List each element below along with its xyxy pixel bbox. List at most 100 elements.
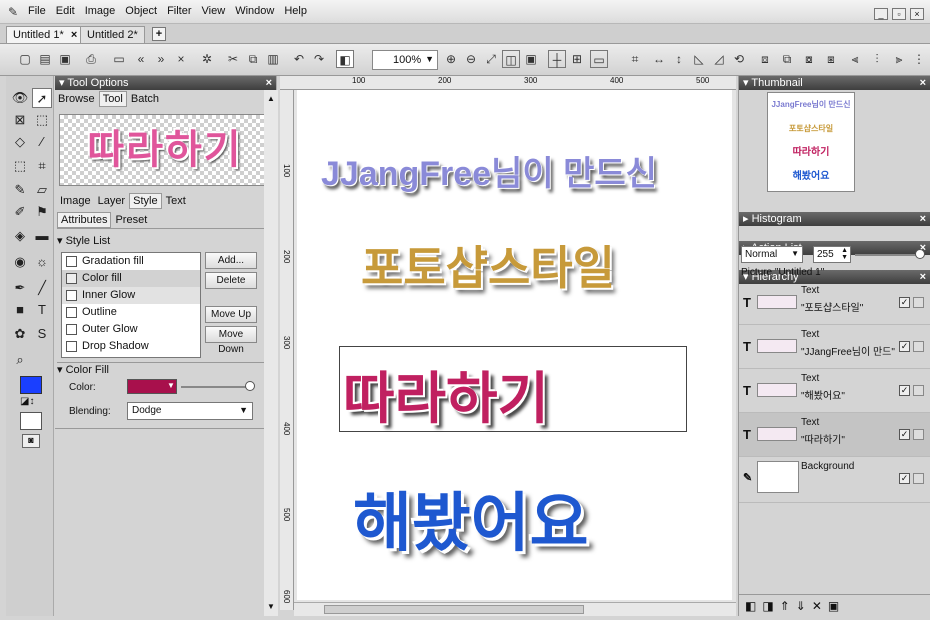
shape-icon[interactable]: ■ [10,300,30,320]
new-icon[interactable]: ▢ [16,50,34,68]
delete-style-button[interactable]: Delete [205,272,257,289]
canvas-text-tried-it[interactable]: 해봤어요 [353,472,589,564]
tab-layer[interactable]: Layer [95,194,129,208]
scroll-down-icon[interactable]: ▼ [267,602,275,611]
opacity-slider-track[interactable] [181,386,251,388]
distribute-icon[interactable]: ⋮ [910,50,928,68]
checkbox[interactable] [66,324,77,335]
tab-browse[interactable]: Browse [55,92,98,106]
color-wheel-icon[interactable]: ✿ [10,324,30,344]
layer-row[interactable]: T Text "해봤어요" ✓ [739,369,930,413]
lock-checkbox[interactable] [913,429,924,440]
rotate-free-icon[interactable]: ⟲ [730,50,748,68]
thumbnail-header[interactable]: ▾ Thumbnail × [739,76,930,90]
ruler-icon[interactable]: ┼ [548,50,566,68]
lock-checkbox[interactable] [913,297,924,308]
canvas-text-jjangfree[interactable]: JJangFree님이 만드신 [321,146,657,195]
menu-window[interactable]: Window [235,5,274,17]
style-item-gradation-fill[interactable]: Gradation fill [62,253,200,270]
opacity-input[interactable]: 255 ▲ ▼ [813,246,851,263]
visibility-checkbox[interactable]: ✓ [899,473,910,484]
pointer-icon[interactable]: ➚ [32,88,52,108]
next-icon[interactable]: » [152,50,170,68]
close-window-button[interactable]: × [910,8,924,20]
canvas-text-follow-along[interactable]: 따라하기 [343,354,549,435]
tab-attributes[interactable]: Attributes [57,212,112,228]
layer-row[interactable]: T Text "JJangFree님이 만드" ✓ [739,325,930,369]
delete-layer-icon[interactable]: ✕ [812,599,822,613]
open-icon[interactable]: ▤ [36,50,54,68]
style-list-header[interactable]: ▾ Style List [57,234,275,248]
guide-icon[interactable]: ▭ [590,50,608,68]
monitor-icon[interactable]: ▭ [110,50,128,68]
fit-window-icon[interactable]: ⤢ [482,50,500,68]
close-tab-icon[interactable]: × [71,29,77,41]
send-back-icon[interactable]: ⧆ [822,50,840,68]
tab-text[interactable]: Text [163,194,189,208]
flip-horizontal-icon[interactable]: ↔ [650,50,668,68]
tab-image[interactable]: Image [57,194,94,208]
visibility-checkbox[interactable]: ✓ [899,385,910,396]
add-style-button[interactable]: Add... [205,252,257,269]
duplicate-layer-icon[interactable]: ◨ [762,599,773,613]
select-transform-icon[interactable]: ⊠ [10,110,30,130]
blend-mode-select[interactable]: Normal ▼ [741,246,803,263]
menu-help[interactable]: Help [284,5,307,17]
tab-batch[interactable]: Batch [128,92,162,106]
tab-tool[interactable]: Tool [98,90,127,107]
layer-row-selected[interactable]: T Text "따라하기" ✓ [739,413,930,457]
tool-options-scrollbar[interactable]: ▲ ▼ [264,90,278,616]
line-icon[interactable]: ╱ [32,278,52,298]
panel-toggle-icon[interactable]: ◧ [336,50,354,68]
layer-row[interactable]: T Text "포토샵스타일" ✓ [739,281,930,325]
tab-untitled-1[interactable]: Untitled 1* × [6,26,85,43]
eye-icon[interactable]: 👁 [10,88,30,108]
checkbox[interactable] [66,290,77,301]
foreground-color-swatch[interactable] [20,376,42,394]
redo-icon[interactable]: ↷ [310,50,328,68]
restore-button[interactable]: ▫ [892,8,906,20]
magic-wand-icon[interactable]: ⁄ [32,132,52,152]
style-item-outline[interactable]: Outline [62,304,200,321]
eraser-icon[interactable]: ▱ [32,180,52,200]
copy-icon[interactable]: ⧉ [244,50,262,68]
opacity-slider-track[interactable] [855,254,919,256]
grid-icon[interactable]: ⊞ [568,50,586,68]
brush-icon[interactable]: ✎ [10,180,30,200]
swap-colors-icon[interactable]: ◪↕ [20,396,34,407]
close-panel-icon[interactable]: × [920,212,926,226]
save-icon[interactable]: ▣ [56,50,74,68]
cut-icon[interactable]: ✂ [224,50,242,68]
actual-size-icon[interactable]: ◫ [502,50,520,68]
layer-properties-icon[interactable]: ▣ [828,599,839,613]
close-icon[interactable]: × [172,50,190,68]
crop-tool-icon[interactable]: ⌗ [32,156,52,176]
zoom-in-icon[interactable]: ⊕ [442,50,460,68]
opacity-slider-handle[interactable] [915,249,925,259]
style-item-color-fill[interactable]: Color fill [62,270,200,287]
screen-mode-icon[interactable]: ◙ [22,434,40,448]
send-backward-icon[interactable]: ⧇ [800,50,818,68]
style-item-outer-glow[interactable]: Outer Glow [62,321,200,338]
checkbox[interactable] [66,307,77,318]
menu-filter[interactable]: Filter [167,5,191,17]
lock-icon[interactable] [913,473,924,484]
checkbox[interactable] [66,273,77,284]
canvas-horizontal-scrollbar[interactable] [294,602,736,616]
print-icon[interactable]: ⎙ [82,50,100,68]
scroll-up-icon[interactable]: ▲ [267,94,275,103]
visibility-checkbox[interactable]: ✓ [899,297,910,308]
bring-forward-icon[interactable]: ⧉ [778,50,796,68]
text-tool-icon[interactable]: T [32,300,52,320]
zoom-select[interactable]: 100% ▼ [372,50,438,70]
fill-icon[interactable]: ◈ [10,226,30,246]
style-item-inner-glow[interactable]: Inner Glow [62,287,200,304]
menu-file[interactable]: File [28,5,46,17]
background-color-swatch[interactable] [20,412,42,430]
layer-row-background[interactable]: ✎ Background ✓ [739,457,930,503]
document-canvas[interactable]: JJangFree님이 만드신 포토샵스타일 따라하기 해봤어요 [297,90,732,600]
align-center-icon[interactable]: ⫶ [868,50,886,68]
menu-object[interactable]: Object [125,5,157,17]
crop-select-icon[interactable]: ⬚ [10,156,30,176]
zoom-out-icon[interactable]: ⊖ [462,50,480,68]
